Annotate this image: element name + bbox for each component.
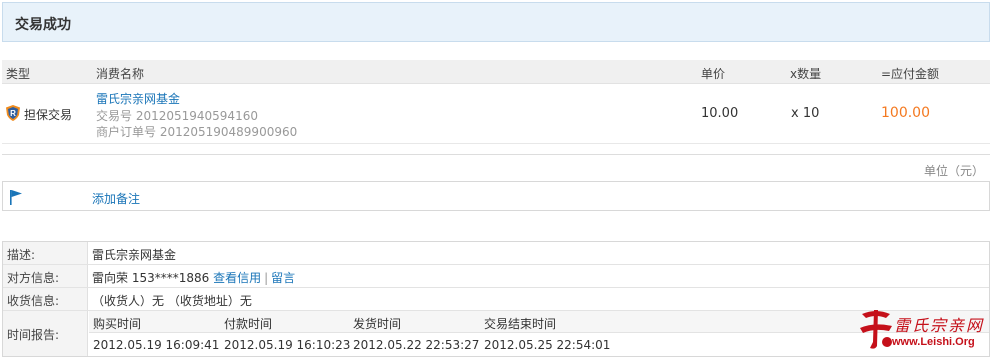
site-watermark: 雷氏宗亲网 www.Leishi.Org <box>852 304 990 356</box>
divider <box>2 154 990 155</box>
status-banner: 交易成功 <box>2 2 990 42</box>
svg-text:R: R <box>10 109 16 118</box>
watermark-text: 雷氏宗亲网 <box>894 316 985 335</box>
shield-icon: R <box>6 105 20 121</box>
col-qty-header: x数量 <box>790 67 822 81</box>
description-value: 雷氏宗亲网基金 <box>92 248 177 262</box>
col-name-header: 消费名称 <box>96 67 145 81</box>
info-row-party: 对方信息: 雷向荣 153****1886 查看信用 | 留言 <box>3 265 989 288</box>
info-row-description: 描述: 雷氏宗亲网基金 <box>3 242 989 265</box>
col-amount-header: =应付金额 <box>881 67 940 81</box>
table-row: R 担保交易 雷氏宗亲网基金 交易号 2012051940594160 商户订单… <box>2 84 990 144</box>
payment-time: 2012.05.19 16:10:23 <box>224 338 351 352</box>
purchase-time: 2012.05.19 16:09:41 <box>93 338 220 352</box>
receiver-value: （收货人）无 （收货地址）无 <box>92 294 252 308</box>
flag-icon <box>10 190 22 205</box>
trade-info-table: 描述: 雷氏宗亲网基金 对方信息: 雷向荣 153****1886 查看信用 | 留… <box>2 241 990 357</box>
watermark-url: www.Leishi.Org <box>892 336 975 348</box>
quantity: x 10 <box>791 106 820 121</box>
shipping-time: 2012.05.22 22:53:27 <box>353 338 480 352</box>
trade-type: 担保交易 <box>24 108 73 122</box>
col-price-header: 单价 <box>701 67 726 81</box>
remark-bar: 添加备注 <box>2 181 990 211</box>
party-name: 雷向荣 153****1886 <box>92 271 210 285</box>
view-credit-link[interactable]: 查看信用 <box>213 271 261 285</box>
payment-time-header: 付款时间 <box>224 317 273 331</box>
receiver-label: 收货信息: <box>3 288 88 310</box>
description-label: 描述: <box>3 242 88 264</box>
trade-number: 交易号 2012051940594160 <box>96 109 258 123</box>
unit-price: 10.00 <box>701 106 739 121</box>
party-value: 雷向荣 153****1886 查看信用 | 留言 <box>92 269 295 286</box>
add-remark-link[interactable]: 添加备注 <box>92 190 140 207</box>
info-row-receiver: 收货信息: （收货人）无 （收货地址）无 <box>3 288 989 311</box>
merchant-order-number: 商户订单号 201205190489900960 <box>96 125 298 139</box>
party-label: 对方信息: <box>3 265 88 287</box>
leave-message-link[interactable]: 留言 <box>271 271 295 285</box>
page-title: 交易成功 <box>15 17 71 33</box>
end-time: 2012.05.25 22:54:01 <box>484 338 611 352</box>
shipping-time-header: 发货时间 <box>353 317 402 331</box>
calligraphy-logo-icon <box>860 310 892 349</box>
link-separator: | <box>264 271 269 285</box>
end-time-header: 交易结束时间 <box>484 317 557 331</box>
time-report-label: 时间报告: <box>3 311 88 356</box>
table-header: 类型 消费名称 单价 x数量 =应付金额 <box>2 60 990 84</box>
purchase-time-header: 购买时间 <box>93 317 142 331</box>
col-type-header: 类型 <box>6 67 31 81</box>
currency-unit: 单位（元） <box>923 164 984 178</box>
amount-due: 100.00 <box>881 105 930 121</box>
info-row-timeline: 时间报告: 购买时间 付款时间 发货时间 交易结束时间 2012.05.19 1… <box>3 311 989 356</box>
item-name-link[interactable]: 雷氏宗亲网基金 <box>96 90 180 107</box>
